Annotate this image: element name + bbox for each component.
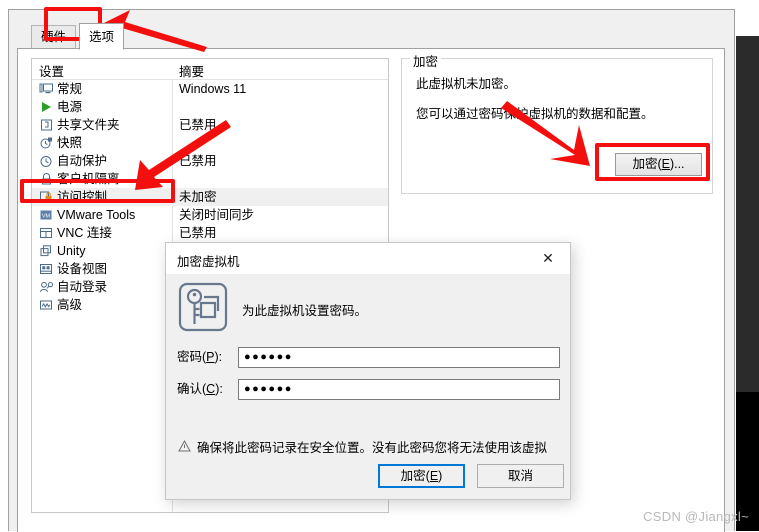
list-item[interactable]: 快照	[32, 134, 388, 152]
list-item-label: VNC 连接	[57, 226, 112, 240]
autoprotect-icon	[39, 154, 54, 168]
background-dark-strip-upper	[736, 36, 759, 392]
dialog-title: 加密虚拟机	[177, 255, 240, 269]
desktop-root: 硬件 选项 设置 摘要 常规 Windows 11 电源 共享文件夹 已禁用 快…	[0, 0, 759, 532]
dialog-encrypt-accel: E	[429, 469, 439, 483]
list-item[interactable]: VM VMware Tools 关闭时间同步	[32, 206, 388, 224]
tab-hardware[interactable]: 硬件	[31, 25, 77, 49]
list-item-summary: 关闭时间同步	[179, 208, 255, 222]
column-header-setting: 设置	[39, 65, 65, 79]
confirm-input[interactable]: ●●●●●●	[238, 379, 560, 400]
list-item[interactable]: 客户机隔离	[32, 170, 388, 188]
dialog-titlebar: 加密虚拟机 ✕	[166, 243, 570, 274]
list-item-label: 自动登录	[57, 280, 108, 294]
password-field-label: 密码(P):	[177, 347, 222, 368]
monitor-icon	[39, 82, 54, 96]
power-play-icon	[39, 100, 54, 114]
list-item-label: 自动保护	[57, 154, 108, 168]
list-item[interactable]: 电源	[32, 98, 388, 116]
confirm-label-before: 确认(	[177, 382, 207, 396]
list-item-summary: 已禁用	[179, 154, 217, 168]
autologon-icon	[39, 280, 54, 294]
shared-folder-icon	[39, 118, 54, 132]
dialog-encrypt-button[interactable]: 加密(E)	[378, 464, 465, 488]
tab-hardware-label: 硬件	[41, 30, 67, 44]
list-item-label: 常规	[57, 82, 83, 96]
list-item-label: 客户机隔离	[57, 172, 120, 186]
vnc-icon	[39, 226, 54, 240]
dialog-body: 为此虚拟机设置密码。 密码(P): ●●●●●● 确认(C): ●●●●●● 确…	[166, 274, 570, 479]
list-item-label: 访问控制	[57, 190, 108, 204]
tab-options[interactable]: 选项	[79, 23, 125, 50]
list-item-summary: 已禁用	[179, 118, 217, 132]
password-label-accel: P	[206, 350, 215, 364]
close-icon[interactable]: ✕	[526, 243, 570, 274]
encrypt-button-label-before: 加密(	[632, 157, 662, 171]
background-white-strip-top	[743, 0, 759, 36]
dialog-encrypt-label-after: )	[438, 469, 443, 483]
encrypt-button[interactable]: 加密(E)...	[615, 153, 702, 176]
sidebar-item-access-control[interactable]: 访问控制 未加密	[32, 188, 388, 206]
list-item-label: Unity	[57, 244, 86, 258]
dialog-instruction: 为此虚拟机设置密码。	[242, 304, 368, 318]
appliance-view-icon	[39, 262, 54, 276]
advanced-icon	[39, 298, 54, 312]
group-box-title: 加密	[410, 51, 442, 70]
settings-list-header: 设置 摘要	[32, 59, 388, 80]
confirm-label-after: ):	[215, 382, 223, 396]
list-item-label: VMware Tools	[57, 208, 136, 222]
tab-options-label: 选项	[89, 30, 115, 44]
encrypt-button-label-after: )...	[669, 157, 685, 171]
list-item-label: 电源	[57, 100, 83, 114]
encrypt-button-accel: E	[661, 157, 670, 171]
encryption-description-text: 您可以通过密码保护虚拟机的数据和配置。	[416, 107, 654, 121]
encryption-group-box: 加密 此虚拟机未加密。 您可以通过密码保护虚拟机的数据和配置。 加密(E)...	[401, 51, 713, 194]
dialog-footer: 加密(E) 取消	[166, 456, 570, 499]
watermark: CSDN @Jiangxl~	[643, 509, 749, 524]
confirm-field-label: 确认(C):	[177, 379, 223, 400]
tab-strip: 硬件 选项	[9, 23, 734, 50]
list-item[interactable]: 自动保护 已禁用	[32, 152, 388, 170]
column-header-summary: 摘要	[179, 65, 205, 79]
list-item-label: 高级	[57, 298, 83, 312]
list-item-label: 快照	[57, 136, 83, 150]
vmware-tools-icon: VM	[39, 208, 54, 222]
snapshot-clock-icon	[39, 136, 54, 150]
list-item-label: 共享文件夹	[57, 118, 120, 132]
password-input[interactable]: ●●●●●●	[238, 347, 560, 368]
list-item[interactable]: 共享文件夹 已禁用	[32, 116, 388, 134]
list-item-summary: 已禁用	[179, 226, 217, 240]
unity-icon	[39, 244, 54, 258]
dialog-encrypt-label-before: 加密(	[400, 469, 430, 483]
access-control-icon	[39, 190, 54, 204]
list-item-summary: 未加密	[179, 190, 217, 204]
svg-text:VM: VM	[42, 213, 51, 219]
dialog-cancel-button[interactable]: 取消	[477, 464, 564, 488]
password-label-after: ):	[214, 350, 223, 364]
list-item-summary: Windows 11	[179, 82, 247, 96]
warning-triangle-icon	[178, 439, 191, 452]
password-label-before: 密码(	[177, 350, 207, 364]
confirm-label-accel: C	[206, 382, 216, 396]
encryption-status-text: 此虚拟机未加密。	[416, 77, 517, 91]
list-item-label: 设备视图	[57, 262, 108, 276]
key-lock-icon	[178, 282, 230, 334]
list-item[interactable]: VNC 连接 已禁用	[32, 224, 388, 242]
guest-isolation-icon	[39, 172, 54, 186]
encrypt-vm-dialog: 加密虚拟机 ✕ 为此虚拟机设置密码。 密码(P): ●●●●●● 确认(C): …	[165, 242, 571, 500]
list-item[interactable]: 常规 Windows 11	[32, 80, 388, 98]
